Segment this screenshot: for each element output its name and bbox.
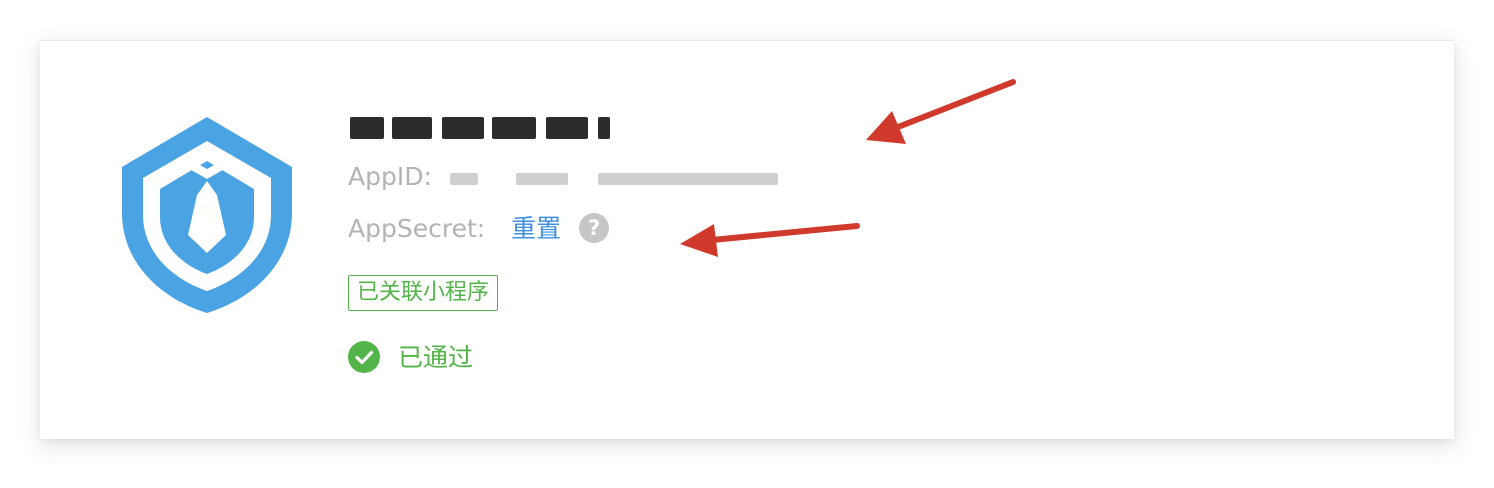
app-name-redacted: [348, 107, 648, 147]
app-card: AppID: AppSecret: 重置 ? 已关联小程序 已通过: [40, 40, 1454, 439]
appid-label: AppID:: [348, 162, 432, 191]
reset-secret-link[interactable]: 重置: [511, 214, 561, 243]
appsecret-row: AppSecret: 重置 ?: [348, 213, 610, 245]
appsecret-label: AppSecret:: [348, 214, 486, 243]
status-text: 已通过: [397, 343, 473, 372]
check-circle-icon: [348, 341, 380, 373]
review-status: 已通过: [348, 341, 473, 375]
appid-row: AppID:: [348, 161, 778, 193]
question-circle-icon[interactable]: ?: [579, 213, 610, 243]
appid-value-redacted: [446, 167, 778, 189]
shield-tie-icon: [122, 117, 292, 313]
page: AppID: AppSecret: 重置 ? 已关联小程序 已通过: [0, 0, 1494, 488]
linked-miniprogram-badge: 已关联小程序: [348, 275, 499, 311]
